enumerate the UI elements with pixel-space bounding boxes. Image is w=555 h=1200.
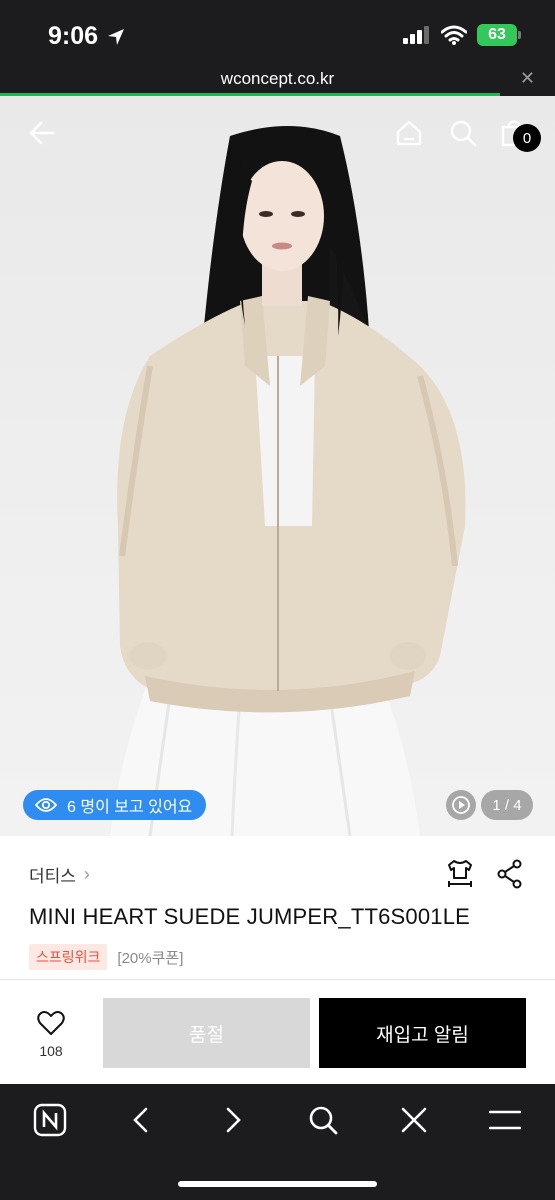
browser-search-button[interactable] [301, 1098, 345, 1142]
close-icon[interactable]: ✕ [520, 68, 535, 89]
brand-name[interactable]: 더티스 [29, 862, 76, 887]
wifi-icon [441, 25, 467, 45]
battery-level: 63 [488, 26, 506, 43]
image-page-indicator: 1 / 4 [481, 790, 533, 820]
play-video-button[interactable] [446, 790, 476, 820]
like-button[interactable]: 108 [30, 1010, 72, 1059]
product-title: MINI HEART SUEDE JUMPER_TT6S001LE [29, 904, 471, 929]
browser-menu-button[interactable] [483, 1098, 527, 1142]
viewers-text: 6 명이 보고 있어요 [67, 799, 193, 816]
close-icon [401, 1107, 427, 1133]
home-icon [396, 120, 422, 146]
tag-row: 스프링위크 [20%쿠폰] [29, 944, 183, 970]
menu-icon [489, 1110, 521, 1130]
naver-home-button[interactable] [28, 1098, 72, 1142]
cellular-signal-icon [403, 26, 429, 44]
viewers-badge: 6 명이 보고 있어요 [23, 790, 207, 820]
naver-icon [33, 1103, 67, 1137]
coupon-tag: [20%쿠폰] [117, 949, 184, 967]
screen: 9:06 63 wconcept.co.kr ✕ 0 6 명이 보고 있어요 1… [0, 0, 555, 1200]
status-time: 9:06 [48, 22, 99, 50]
purchase-action-bar: 108 품절 재입고 알림 [0, 980, 555, 1084]
brand-link[interactable]: 더티스 › [29, 862, 90, 887]
product-photo [110, 126, 466, 836]
play-icon [452, 796, 470, 814]
chevron-left-icon [133, 1107, 148, 1133]
soldout-button[interactable]: 품절 [103, 998, 310, 1068]
search-icon [450, 120, 477, 147]
info-icon-group [445, 858, 525, 890]
location-arrow-icon [108, 28, 125, 45]
size-guide-icon[interactable] [445, 858, 475, 890]
share-icon[interactable] [495, 858, 525, 890]
browser-toolbar [0, 1084, 555, 1200]
url-bar[interactable]: wconcept.co.kr ✕ [0, 64, 555, 96]
status-indicators: 63 [403, 24, 521, 46]
status-bar: 9:06 63 [0, 0, 555, 64]
back-button[interactable] [25, 116, 59, 150]
browser-back-button[interactable] [120, 1098, 164, 1142]
heart-icon [37, 1011, 65, 1035]
battery-indicator: 63 [477, 24, 521, 46]
product-image-gallery[interactable]: 0 6 명이 보고 있어요 1 / 4 [0, 96, 555, 836]
browser-forward-button[interactable] [210, 1098, 254, 1142]
home-indicator [178, 1181, 377, 1187]
home-button[interactable] [392, 116, 426, 150]
like-count: 108 [39, 1043, 63, 1059]
browser-close-button[interactable] [392, 1098, 436, 1142]
status-time-group: 9:06 [48, 22, 126, 51]
product-info: 더티스 › MINI HEART SUEDE JUMPER_TT6S001LE … [0, 836, 555, 980]
event-tag: 스프링위크 [29, 944, 108, 970]
chevron-right-icon [226, 1107, 241, 1133]
url-text[interactable]: wconcept.co.kr [0, 69, 555, 89]
restock-alert-button[interactable]: 재입고 알림 [319, 998, 526, 1068]
search-button[interactable] [446, 116, 480, 150]
back-arrow-icon [29, 121, 55, 145]
search-icon [309, 1106, 338, 1135]
cart-count-badge: 0 [513, 124, 541, 152]
eye-icon [35, 798, 57, 812]
chevron-right-icon: › [83, 864, 90, 884]
